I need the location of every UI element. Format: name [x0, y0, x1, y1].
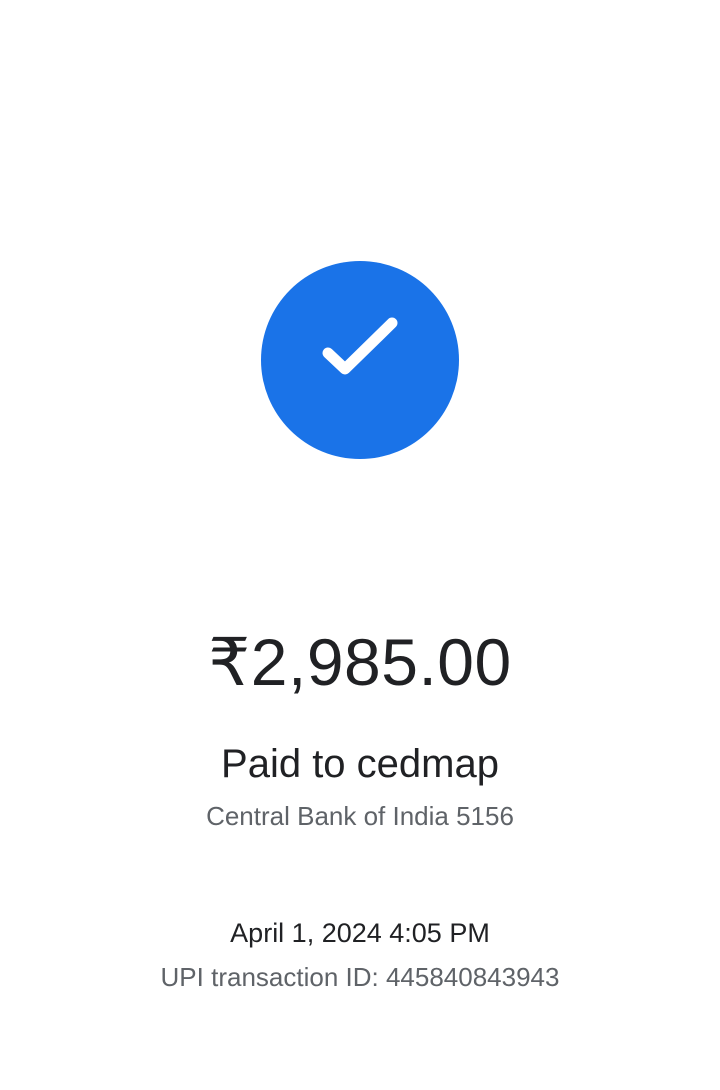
- bank-account: Central Bank of India 5156: [206, 801, 514, 831]
- payment-amount: ₹2,985.00: [208, 625, 512, 699]
- success-badge: [261, 261, 459, 459]
- payee-name: Paid to cedmap: [221, 742, 499, 786]
- transaction-id: UPI transaction ID: 445840843943: [160, 962, 560, 992]
- payment-datetime: April 1, 2024 4:05 PM: [230, 918, 490, 948]
- check-icon: [322, 317, 398, 375]
